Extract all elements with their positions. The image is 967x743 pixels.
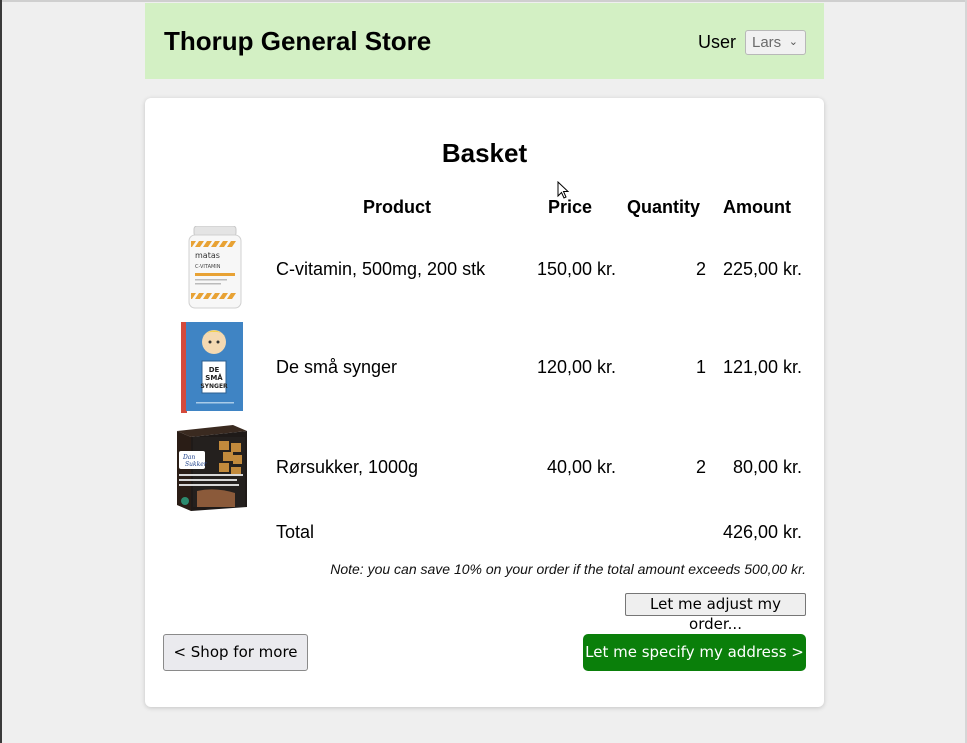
product-quantity: 2 [695, 259, 706, 279]
column-header-product: Product [363, 197, 432, 217]
product-name: De små synger [276, 357, 398, 377]
basket-row: DE SMÅ SYNGER De små synger 120,00 kr. 1… [145, 320, 824, 414]
shop-for-more-button[interactable]: < Shop for more [163, 634, 308, 671]
basket-row: matas C-VITAMIN C-vitamin, 500mg, 200 st… [145, 224, 824, 312]
songbook-cover-image: DE SMÅ SYNGER [181, 322, 243, 413]
product-name: C-vitamin, 500mg, 200 stk [276, 259, 486, 279]
svg-text:DE: DE [209, 366, 220, 374]
adjust-order-button[interactable]: Let me adjust my order... [625, 593, 806, 633]
product-quantity: 1 [695, 357, 706, 377]
svg-text:C-VITAMIN: C-VITAMIN [195, 264, 221, 270]
chevron-down-icon: ⌄ [788, 36, 798, 48]
column-header-amount: Amount [723, 197, 791, 217]
total-label: Total [276, 522, 315, 542]
product-amount: 121,00 kr. [722, 357, 802, 377]
window-top-edge [2, 0, 967, 2]
sugar-box-image: Dan Sukker [177, 425, 247, 511]
svg-text:matas: matas [195, 251, 220, 260]
user-label: User [698, 32, 737, 52]
total-value: 426,00 kr. [722, 522, 802, 542]
mouse-pointer-icon [557, 181, 570, 199]
basket-row: Dan Sukker Rørsukker, 1000g 40,00 kr. 2 … [145, 420, 824, 514]
basket-title: Basket [441, 138, 528, 168]
product-name: Rørsukker, 1000g [276, 457, 419, 477]
svg-text:Dan: Dan [182, 454, 195, 461]
product-amount: 80,00 kr. [732, 457, 802, 477]
svg-text:SMÅ: SMÅ [205, 373, 223, 382]
svg-text:SYNGER: SYNGER [200, 383, 228, 390]
discount-note: Note: you can save 10% on your order if … [330, 561, 806, 577]
svg-text:Sukker: Sukker [185, 461, 208, 468]
vitamin-jar-image: matas C-VITAMIN [188, 226, 242, 309]
user-select[interactable]: Lars ⌄ [745, 30, 806, 55]
store-header: Thorup General Store User Lars ⌄ [145, 3, 824, 79]
column-header-quantity: Quantity [627, 197, 701, 217]
user-select-value: Lars [752, 34, 782, 51]
window-left-edge [0, 0, 2, 743]
product-price: 150,00 kr. [536, 259, 616, 279]
store-title: Thorup General Store [164, 26, 432, 56]
product-price: 120,00 kr. [536, 357, 616, 377]
product-amount: 225,00 kr. [722, 259, 802, 279]
product-quantity: 2 [695, 457, 706, 477]
specify-address-button[interactable]: Let me specify my address > [583, 634, 806, 671]
product-price: 40,00 kr. [546, 457, 616, 477]
basket-card: Basket Product Price Quantity Amount mat… [145, 98, 824, 707]
